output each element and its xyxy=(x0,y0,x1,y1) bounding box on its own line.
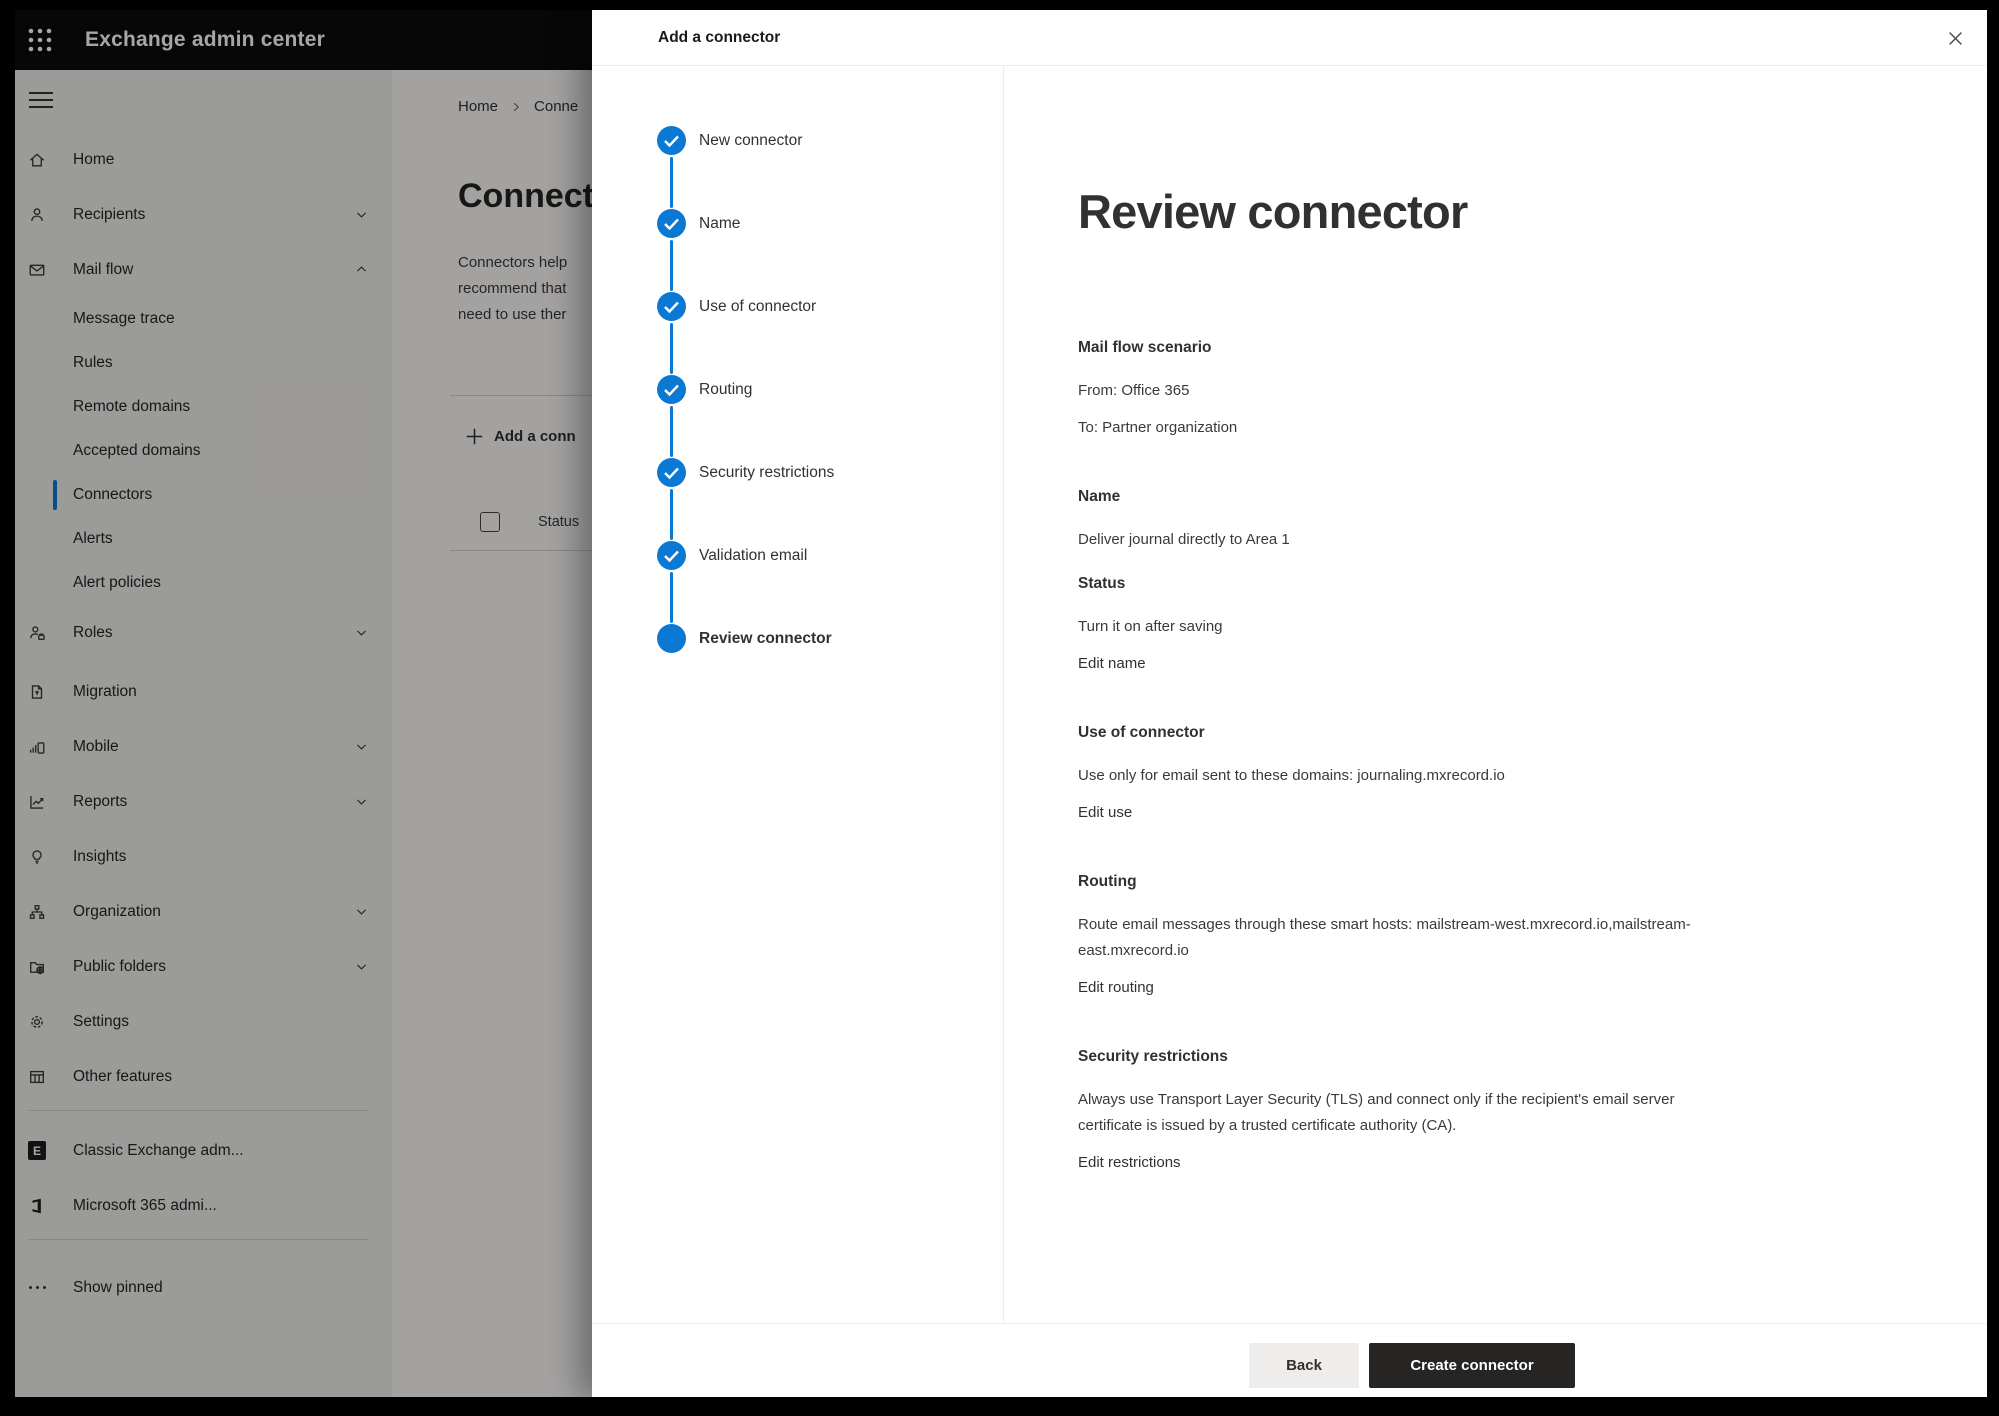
security-restrictions-line1: Always use Transport Layer Security (TLS… xyxy=(1078,1087,1878,1113)
back-button[interactable]: Back xyxy=(1249,1343,1359,1388)
step-done-icon xyxy=(657,375,686,404)
dialog-footer: Back Create connector xyxy=(592,1323,1987,1397)
section-title-mail-flow-scenario: Mail flow scenario xyxy=(1078,335,1878,361)
section-title-status: Status xyxy=(1078,571,1878,597)
routing-value-line2: east.mxrecord.io xyxy=(1078,938,1878,964)
step-new-connector[interactable]: New connector xyxy=(657,126,1003,209)
mail-flow-from-value: From: Office 365 xyxy=(1078,378,1878,404)
connector-name-value: Deliver journal directly to Area 1 xyxy=(1078,527,1878,553)
review-heading: Review connector xyxy=(1078,184,1987,240)
wizard-stepper: New connector Name Use of connector xyxy=(592,66,1004,1323)
status-value: Turn it on after saving xyxy=(1078,614,1878,640)
use-of-connector-value: Use only for email sent to these domains… xyxy=(1078,763,1878,789)
step-done-icon xyxy=(657,209,686,238)
security-restrictions-line2: certificate is issued by a trusted certi… xyxy=(1078,1113,1878,1139)
step-done-icon xyxy=(657,126,686,155)
dialog-title: Add a connector xyxy=(658,29,780,47)
edit-routing-link[interactable]: Edit routing xyxy=(1078,975,1154,1001)
mail-flow-to-value: To: Partner organization xyxy=(1078,415,1878,441)
edit-restrictions-link[interactable]: Edit restrictions xyxy=(1078,1150,1181,1176)
add-connector-dialog: Add a connector New connector xyxy=(592,10,1987,1397)
step-done-icon xyxy=(657,458,686,487)
section-title-use-of-connector: Use of connector xyxy=(1078,720,1878,746)
section-title-security-restrictions: Security restrictions xyxy=(1078,1044,1878,1070)
step-current-icon xyxy=(657,624,686,653)
app-window: Exchange admin center Home Recipients Ma… xyxy=(15,10,1987,1397)
step-done-icon xyxy=(657,541,686,570)
step-routing[interactable]: Routing xyxy=(657,375,1003,458)
step-security-restrictions[interactable]: Security restrictions xyxy=(657,458,1003,541)
review-panel: Review connector Mail flow scenario From… xyxy=(1004,66,1987,1323)
step-name[interactable]: Name xyxy=(657,209,1003,292)
step-review-connector[interactable]: Review connector xyxy=(657,624,1003,707)
section-title-name: Name xyxy=(1078,484,1878,510)
create-connector-button[interactable]: Create connector xyxy=(1369,1343,1575,1388)
close-button[interactable] xyxy=(1943,26,1967,50)
routing-value-line1: Route email messages through these smart… xyxy=(1078,912,1878,938)
close-icon xyxy=(1947,30,1964,47)
step-done-icon xyxy=(657,292,686,321)
section-title-routing: Routing xyxy=(1078,869,1878,895)
edit-name-link[interactable]: Edit name xyxy=(1078,651,1146,677)
edit-use-link[interactable]: Edit use xyxy=(1078,800,1132,826)
step-use-of-connector[interactable]: Use of connector xyxy=(657,292,1003,375)
step-validation-email[interactable]: Validation email xyxy=(657,541,1003,624)
dialog-header: Add a connector xyxy=(592,10,1987,66)
